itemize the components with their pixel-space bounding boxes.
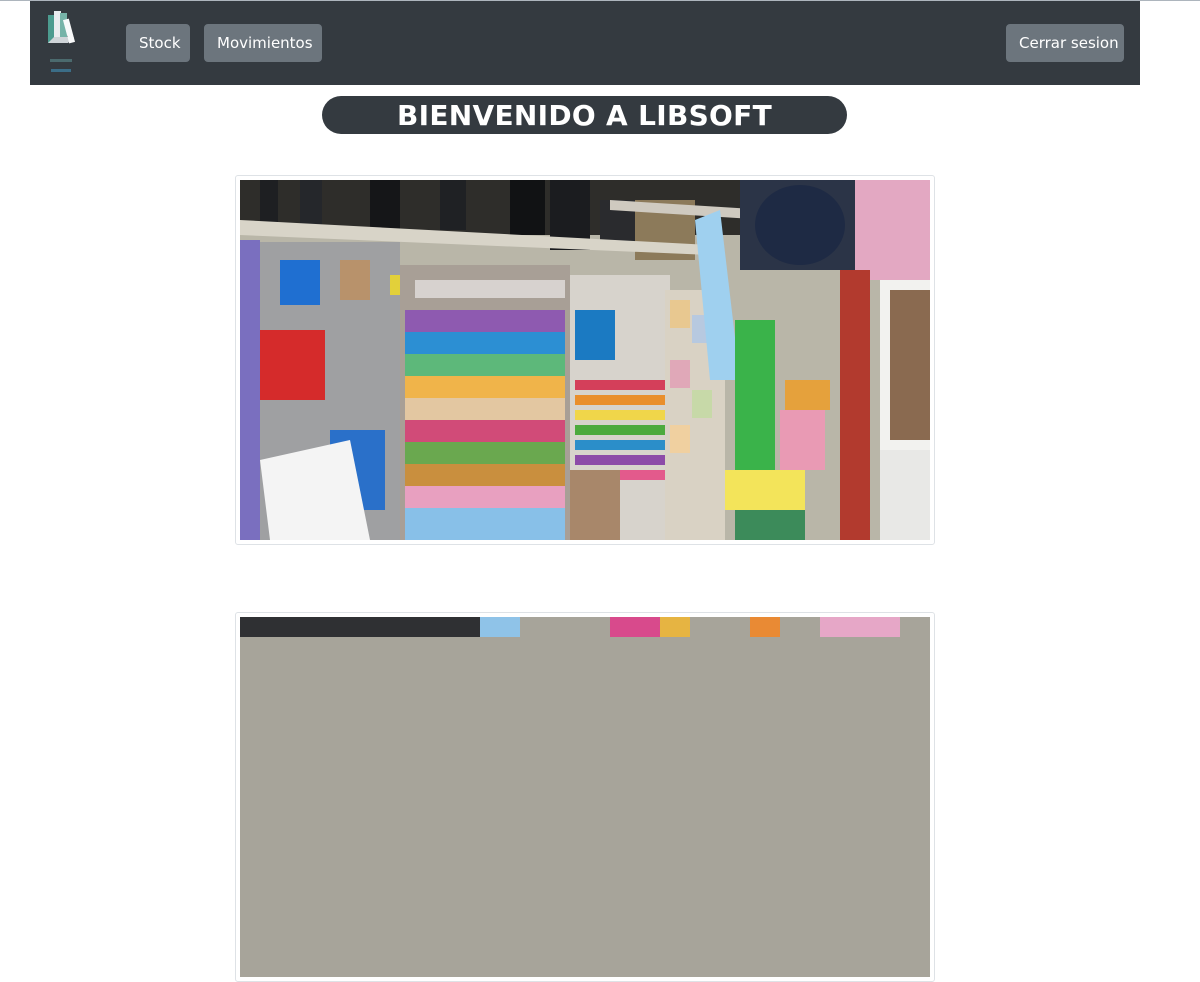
stationery-store-photo-icon: [240, 180, 930, 540]
stationery-store-photo-icon: [240, 617, 930, 977]
logout-button[interactable]: Cerrar sesion: [1006, 24, 1124, 62]
libsoft-logo-icon[interactable]: [42, 7, 82, 79]
store-photo-2: [235, 612, 935, 982]
navbar: Stock Movimientos Cerrar sesion: [30, 1, 1140, 85]
store-photo-1: [235, 175, 935, 545]
page-title: BIENVENIDO A LIBSOFT: [322, 96, 847, 134]
movimientos-button[interactable]: Movimientos: [204, 24, 322, 62]
stock-button[interactable]: Stock: [126, 24, 190, 62]
